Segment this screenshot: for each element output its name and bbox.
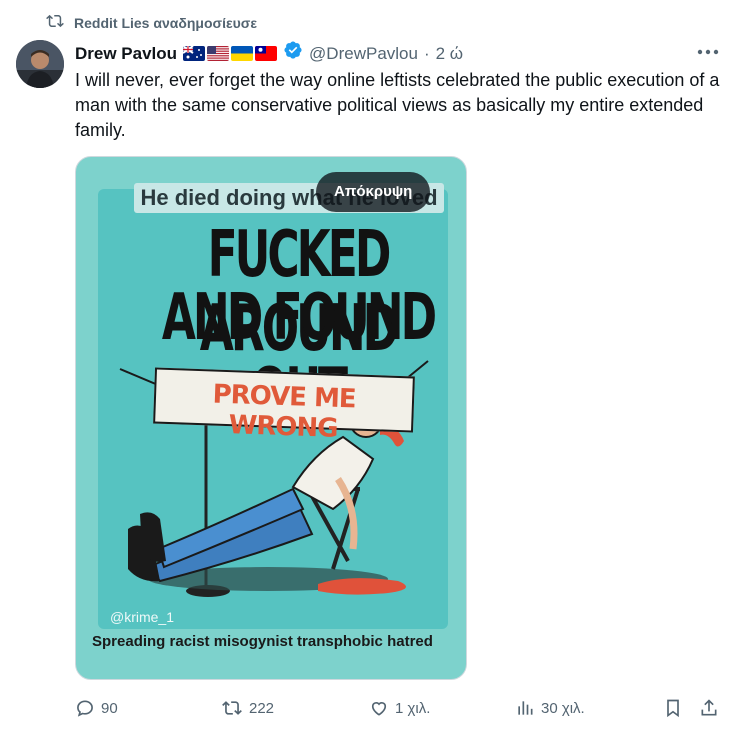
- ukraine-flag-icon: [231, 46, 254, 61]
- repost-button[interactable]: 222: [221, 698, 274, 718]
- repost-label: Reddit Lies αναδημοσίευσε: [74, 14, 257, 31]
- bookmark-icon: [667, 699, 679, 718]
- taiwan-flag-icon: [255, 46, 278, 61]
- flag-emoji-group: [183, 46, 278, 61]
- views-icon: [518, 701, 533, 715]
- tweet-media[interactable]: He died doing what he loved FUCKED AROUN…: [75, 156, 467, 680]
- more-options-button[interactable]: [694, 42, 722, 62]
- australia-flag-icon: [183, 46, 206, 61]
- usa-flag-icon: [207, 46, 230, 61]
- media-banner: PROVE ME WRONG: [153, 367, 415, 444]
- tweet-text: I will never, ever forget the way online…: [75, 70, 720, 140]
- share-icon: [701, 699, 717, 716]
- repost-count: 222: [249, 699, 275, 717]
- author-handle[interactable]: @DrewPavlou: [309, 42, 418, 66]
- separator-dot: ·: [423, 43, 430, 63]
- repost-icon: [222, 701, 242, 715]
- tweet-time[interactable]: 2 ώ: [436, 42, 463, 66]
- more-icon: [697, 49, 719, 55]
- hide-media-button[interactable]: Απόκρυψη: [316, 172, 431, 212]
- like-count: 1 χιλ.: [395, 699, 431, 717]
- reply-button[interactable]: 90: [75, 698, 118, 718]
- share-button[interactable]: [699, 698, 719, 718]
- media-credit: @krime_1: [110, 609, 175, 625]
- like-button[interactable]: 1 χιλ.: [369, 698, 430, 718]
- author-name[interactable]: Drew Pavlou: [75, 42, 177, 66]
- views-count: 30 χιλ.: [541, 699, 585, 717]
- tweet-action-bar: 90 222 1 χιλ. 30 χιλ.: [75, 698, 725, 722]
- views-button[interactable]: 30 χιλ.: [515, 698, 585, 718]
- avatar[interactable]: [16, 40, 64, 88]
- repost-icon: [46, 12, 64, 33]
- verified-badge-icon: [283, 40, 303, 67]
- tweet-header: Drew Pavlou @DrewPavlou · 2 ώ: [75, 40, 463, 67]
- heart-icon: [371, 702, 387, 716]
- reply-icon: [77, 700, 93, 717]
- media-subcaption: Spreading racist misogynist transphobic …: [92, 633, 433, 650]
- repost-indicator[interactable]: Reddit Lies αναδημοσίευσε: [46, 12, 257, 33]
- reply-count: 90: [101, 699, 118, 717]
- bookmark-button[interactable]: [663, 698, 683, 718]
- media-banner-text: PROVE ME WRONG: [212, 379, 357, 444]
- media-artwork: He died doing what he loved FUCKED AROUN…: [98, 183, 448, 629]
